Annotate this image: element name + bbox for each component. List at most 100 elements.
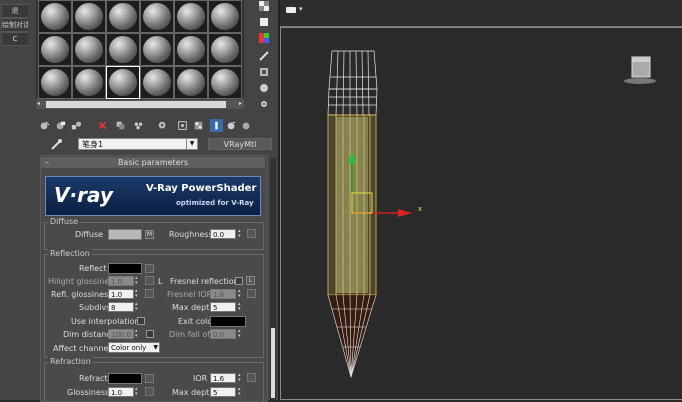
- close-icon[interactable]: [96, 119, 109, 132]
- viewport-scene[interactable]: x: [280, 27, 682, 400]
- dim-falloff-spinner[interactable]: ▴ ▾: [238, 329, 244, 339]
- material-slot[interactable]: [174, 66, 208, 99]
- material-slot[interactable]: [208, 33, 242, 66]
- material-slot[interactable]: [72, 33, 106, 66]
- material-slot[interactable]: [38, 33, 72, 66]
- max-depth-field[interactable]: 5: [210, 302, 236, 312]
- max-depth-spinner[interactable]: ▴ ▾: [238, 302, 244, 312]
- hilight-map-button[interactable]: [145, 276, 154, 285]
- scroll-left-icon[interactable]: ◂: [37, 100, 40, 107]
- material-slot[interactable]: [38, 66, 72, 99]
- chevron-down-icon[interactable]: ▼: [153, 343, 158, 353]
- fresnel-reflections-checkbox[interactable]: [235, 277, 243, 285]
- editor-scrollbar[interactable]: [270, 158, 276, 400]
- refract-color-swatch[interactable]: [108, 373, 142, 384]
- roughness-spinner[interactable]: ▴ ▾: [238, 229, 244, 239]
- left-strip-button-3[interactable]: C: [1, 32, 29, 46]
- hilight-spinner[interactable]: ▴ ▾: [135, 276, 141, 286]
- refl-gloss-spinner[interactable]: ▴ ▾: [135, 289, 141, 299]
- material-slot[interactable]: [208, 0, 242, 33]
- left-strip-button-1[interactable]: 退: [1, 4, 29, 18]
- background-icon[interactable]: [258, 32, 270, 44]
- use-interpolation-checkbox[interactable]: [137, 317, 145, 325]
- reflect-color-swatch[interactable]: [108, 263, 142, 274]
- scroll-right-icon[interactable]: ▸: [239, 100, 242, 107]
- backlight-icon[interactable]: [258, 16, 270, 28]
- get-material-icon[interactable]: [38, 119, 51, 132]
- show-end-result-icon[interactable]: [210, 119, 223, 132]
- material-slot[interactable]: [208, 66, 242, 99]
- material-slot[interactable]: [140, 66, 174, 99]
- refr-gloss-spinner[interactable]: ▴ ▾: [135, 387, 141, 397]
- viewport-menu-chevron[interactable]: ▾: [299, 5, 303, 13]
- refr-max-depth-field[interactable]: 5: [210, 387, 236, 397]
- material-slot[interactable]: [174, 33, 208, 66]
- material-name-field[interactable]: 笔身1 ▼: [78, 138, 198, 150]
- rollout-header[interactable]: – Basic parameters: [41, 157, 265, 168]
- put-to-library-icon[interactable]: [156, 119, 169, 132]
- ior-spinner[interactable]: ▴ ▾: [238, 373, 244, 383]
- material-slot[interactable]: [140, 33, 174, 66]
- dim-distance-field[interactable]: 100.0: [108, 329, 134, 339]
- refr-glossiness-field[interactable]: 1.0: [108, 387, 134, 397]
- assign-material-icon[interactable]: [70, 119, 83, 132]
- fresnel-lock-button[interactable]: L: [246, 276, 255, 285]
- subdivs-field[interactable]: 8: [108, 302, 134, 312]
- fresnel-ior-spinner[interactable]: ▴ ▾: [238, 289, 244, 299]
- viewport[interactable]: ▾ x: [278, 0, 682, 400]
- refract-map-button[interactable]: [145, 374, 154, 383]
- put-to-scene-icon[interactable]: [54, 119, 67, 132]
- affect-channels-select[interactable]: Color only ▼: [108, 342, 160, 353]
- ior-map-button[interactable]: [247, 373, 256, 382]
- go-forward-sibling-icon[interactable]: [240, 119, 253, 132]
- diffuse-map-button[interactable]: M: [145, 230, 154, 239]
- material-slot[interactable]: [72, 0, 106, 33]
- exit-color-swatch[interactable]: [210, 316, 246, 327]
- roughness-field[interactable]: 0.0: [210, 229, 236, 239]
- go-to-parent-icon[interactable]: [225, 119, 238, 132]
- uv-tiling-icon[interactable]: [258, 50, 270, 62]
- material-slot[interactable]: [140, 0, 174, 33]
- material-slot[interactable]: [38, 0, 72, 33]
- slot-scrollbar[interactable]: ◂ ▸: [36, 100, 244, 109]
- fresnel-ior-map-button[interactable]: [247, 289, 256, 298]
- collapse-icon[interactable]: –: [45, 157, 49, 168]
- slot-scroll-thumb[interactable]: [46, 101, 226, 108]
- sample-type-icon[interactable]: [258, 0, 270, 12]
- left-strip-button-2[interactable]: 绘制对话: [1, 18, 29, 32]
- subdivs-spinner[interactable]: ▴ ▾: [135, 302, 141, 312]
- fresnel-ior-field[interactable]: 1.6: [210, 289, 236, 299]
- material-slot[interactable]: [106, 33, 140, 66]
- hilight-lock-button[interactable]: L: [158, 277, 162, 286]
- show-map-icon[interactable]: [192, 119, 205, 132]
- refl-glossiness-field[interactable]: 1.0: [108, 289, 134, 299]
- material-slot-selected[interactable]: [106, 66, 140, 99]
- make-preview-icon[interactable]: [258, 82, 270, 94]
- dim-distance-spinner[interactable]: ▴ ▾: [135, 329, 141, 339]
- roughness-map-button[interactable]: [247, 229, 256, 238]
- refr-max-depth-spinner[interactable]: ▴ ▾: [238, 387, 244, 397]
- eyedropper-icon[interactable]: [50, 138, 64, 151]
- copy-material-icon[interactable]: [114, 119, 127, 132]
- hilight-glossiness-field[interactable]: 1.0: [108, 276, 134, 286]
- material-slot[interactable]: [174, 0, 208, 33]
- viewport-menu-icon[interactable]: [286, 7, 296, 13]
- options-icon[interactable]: [258, 98, 270, 110]
- material-type-button[interactable]: VRayMtl: [208, 138, 272, 150]
- editor-scroll-thumb[interactable]: [271, 328, 275, 398]
- make-unique-icon[interactable]: [132, 119, 145, 132]
- refl-gloss-map-button[interactable]: [145, 289, 154, 298]
- dim-distance-checkbox[interactable]: [146, 330, 154, 338]
- video-check-icon[interactable]: [258, 66, 270, 78]
- chevron-down-icon[interactable]: ▼: [186, 139, 197, 149]
- material-slot[interactable]: [72, 66, 106, 99]
- reflect-map-button[interactable]: [145, 264, 154, 273]
- refr-gloss-map-button[interactable]: [145, 387, 154, 396]
- ior-field[interactable]: 1.6: [210, 373, 236, 383]
- material-slot[interactable]: [106, 0, 140, 33]
- material-sphere: [143, 36, 171, 63]
- refl-glossiness-label: Refl. glossiness: [51, 290, 113, 299]
- dim-falloff-field[interactable]: 0.0: [210, 329, 236, 339]
- diffuse-color-swatch[interactable]: [108, 229, 142, 240]
- material-id-icon[interactable]: [176, 119, 189, 132]
